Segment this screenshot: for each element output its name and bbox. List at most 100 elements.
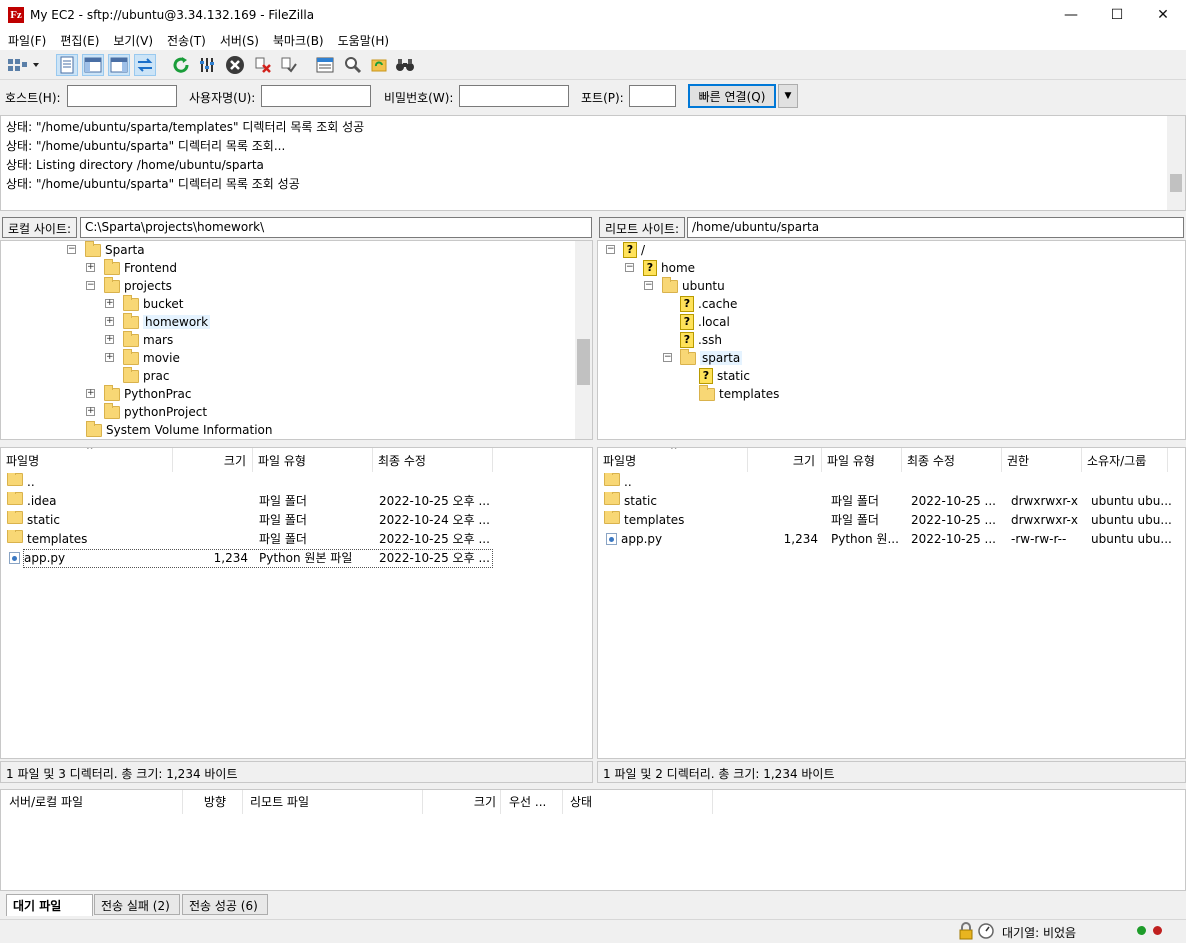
table-row[interactable]: static 파일 폴더 2022-10-24 오후 ... — [1, 511, 592, 530]
table-row[interactable]: .. — [1, 473, 592, 492]
menu-bookmarks[interactable]: 북마크(B) — [269, 32, 328, 49]
menu-help[interactable]: 도움말(H) — [334, 32, 394, 49]
local-tree-scroll-thumb[interactable] — [577, 339, 590, 385]
remote-path-input[interactable]: /home/ubuntu/sparta — [687, 217, 1184, 238]
tree-node-mars[interactable]: + mars — [105, 330, 173, 349]
site-manager-icon[interactable] — [6, 54, 42, 76]
close-icon[interactable]: ✕ — [1140, 0, 1186, 30]
host-field[interactable] — [67, 85, 177, 107]
port-field[interactable] — [629, 85, 676, 107]
column-header-size[interactable]: 크기 — [748, 448, 822, 472]
table-row[interactable]: templates 파일 폴더 2022-10-25 ... drwxrwxr-… — [598, 511, 1185, 530]
folder-icon — [85, 241, 101, 257]
menu-edit[interactable]: 편집(E) — [56, 32, 103, 49]
log-line: 상태: "/home/ubuntu/sparta" 디렉터리 목록 조회 성공 — [6, 177, 300, 191]
folder-icon — [604, 492, 620, 505]
transfer-queue: 서버/로컬 파일 방향 리모트 파일 크기 우선 ... 상태 — [0, 789, 1186, 891]
toggle-remote-tree-icon[interactable] — [108, 54, 130, 76]
queue-header-status[interactable]: 상태 — [563, 790, 713, 814]
log-scroll-thumb[interactable] — [1170, 174, 1182, 192]
tree-node-pythonproject[interactable]: + pythonProject — [86, 402, 207, 421]
menu-server[interactable]: 서버(S) — [216, 32, 263, 49]
table-row[interactable]: .idea 파일 폴더 2022-10-25 오후 ... — [1, 492, 592, 511]
menu-file[interactable]: 파일(F) — [4, 32, 50, 49]
tree-node-local[interactable]: ? .local — [680, 313, 730, 331]
unknown-folder-icon: ? — [680, 314, 694, 330]
column-header-modified[interactable]: 최종 수정 — [902, 448, 1002, 472]
password-field[interactable] — [459, 85, 569, 107]
column-header-permissions[interactable]: 권한 — [1002, 448, 1082, 472]
process-queue-icon[interactable] — [196, 54, 218, 76]
unknown-folder-icon: ? — [680, 332, 694, 348]
tree-node-cache[interactable]: ? .cache — [680, 295, 737, 313]
refresh-icon[interactable] — [170, 54, 192, 76]
tab-queued-files[interactable]: 대기 파일 — [6, 894, 93, 916]
table-row[interactable]: static 파일 폴더 2022-10-25 ... drwxrwxr-x u… — [598, 492, 1185, 511]
folder-icon — [123, 348, 139, 365]
local-directory-tree: − Sparta + Frontend − projects + bucket + hom… — [0, 240, 593, 440]
log-scrollbar[interactable] — [1167, 116, 1185, 210]
table-row[interactable]: app.py 1,234 Python 원... 2022-10-25 ... … — [598, 530, 1185, 549]
message-log: 상태: "/home/ubuntu/sparta/templates" 디렉터리… — [0, 115, 1186, 211]
queue-header-remote-file[interactable]: 리모트 파일 — [243, 790, 423, 814]
column-header-owner[interactable]: 소유자/그룹 — [1082, 448, 1168, 472]
column-header-size[interactable]: 크기 — [173, 448, 253, 472]
unknown-folder-icon: ? — [623, 242, 637, 258]
queue-header-size[interactable]: 크기 — [423, 790, 501, 814]
username-field[interactable] — [261, 85, 371, 107]
tree-node-ubuntu[interactable]: − ubuntu — [644, 276, 725, 295]
tree-node-projects[interactable]: − projects — [86, 276, 172, 295]
tree-node-bucket[interactable]: + bucket — [105, 294, 183, 313]
table-row[interactable]: templates 파일 폴더 2022-10-25 오후 ... — [1, 530, 592, 549]
reconnect-icon[interactable] — [278, 54, 300, 76]
receive-indicator-icon — [1137, 926, 1146, 935]
minimize-icon[interactable]: — — [1048, 0, 1094, 30]
local-tree-scrollbar[interactable] — [575, 241, 592, 439]
sync-browse-icon[interactable] — [368, 54, 390, 76]
table-row[interactable]: app.py 1,234 Python 원본 파일 2022-10-25 오후 … — [1, 549, 592, 568]
disconnect-icon[interactable] — [252, 54, 274, 76]
menu-transfer[interactable]: 전송(T) — [163, 32, 210, 49]
tree-node-prac[interactable]: prac — [123, 366, 170, 385]
table-row[interactable]: .. — [598, 473, 1185, 492]
log-line: 상태: "/home/ubuntu/sparta/templates" 디렉터리… — [6, 120, 365, 134]
maximize-icon[interactable]: ☐ — [1094, 0, 1140, 30]
quickconnect-dropdown-icon[interactable]: ▼ — [778, 84, 798, 108]
remote-file-list: 파일명 크기 파일 유형 최종 수정 권한 소유자/그룹 ^ .. static… — [597, 447, 1186, 759]
queue-header-priority[interactable]: 우선 ... — [501, 790, 563, 814]
toggle-local-tree-icon[interactable] — [82, 54, 104, 76]
lock-icon — [957, 922, 975, 943]
search-icon[interactable] — [394, 54, 416, 76]
filter-icon[interactable] — [314, 54, 336, 76]
tab-successful-transfers[interactable]: 전송 성공 (6) — [182, 894, 268, 915]
menu-view[interactable]: 보기(V) — [109, 32, 157, 49]
toggle-queue-icon[interactable] — [134, 54, 156, 76]
toggle-log-icon[interactable] — [56, 54, 78, 76]
tree-node-static[interactable]: ? static — [699, 367, 750, 385]
tree-node-movie[interactable]: + movie — [105, 348, 180, 367]
tree-node-home[interactable]: −? home — [625, 259, 695, 277]
tree-node-system-volume-information[interactable]: System Volume Information — [86, 420, 272, 439]
tree-node-ssh[interactable]: ? .ssh — [680, 331, 722, 349]
column-header-type[interactable]: 파일 유형 — [822, 448, 902, 472]
tree-node-sparta[interactable]: − Sparta — [67, 241, 145, 259]
tree-node-frontend[interactable]: + Frontend — [86, 258, 177, 277]
tree-node-sparta[interactable]: − sparta — [663, 348, 743, 367]
compare-icon[interactable] — [342, 54, 364, 76]
tree-node-homework[interactable]: + homework — [105, 312, 211, 331]
speed-limit-icon[interactable] — [977, 922, 995, 943]
column-header-type[interactable]: 파일 유형 — [253, 448, 373, 472]
remote-path-bar: 리모트 사이트: /home/ubuntu/sparta — [597, 216, 1186, 240]
quickconnect-button[interactable]: 빠른 연결(Q) — [688, 84, 776, 108]
folder-icon — [7, 530, 23, 543]
tree-node-templates[interactable]: templates — [699, 384, 779, 403]
folder-icon — [123, 366, 139, 383]
local-path-input[interactable]: C:\Sparta\projects\homework\ — [80, 217, 592, 238]
tree-node-pythonprac[interactable]: + PythonPrac — [86, 384, 192, 403]
queue-header-local-file[interactable]: 서버/로컬 파일 — [1, 790, 183, 814]
column-header-modified[interactable]: 최종 수정 — [373, 448, 493, 472]
tree-node-root[interactable]: −? / — [606, 241, 645, 259]
tab-failed-transfers[interactable]: 전송 실패 (2) — [94, 894, 180, 915]
cancel-icon[interactable] — [224, 54, 246, 76]
queue-header-direction[interactable]: 방향 — [183, 790, 243, 814]
